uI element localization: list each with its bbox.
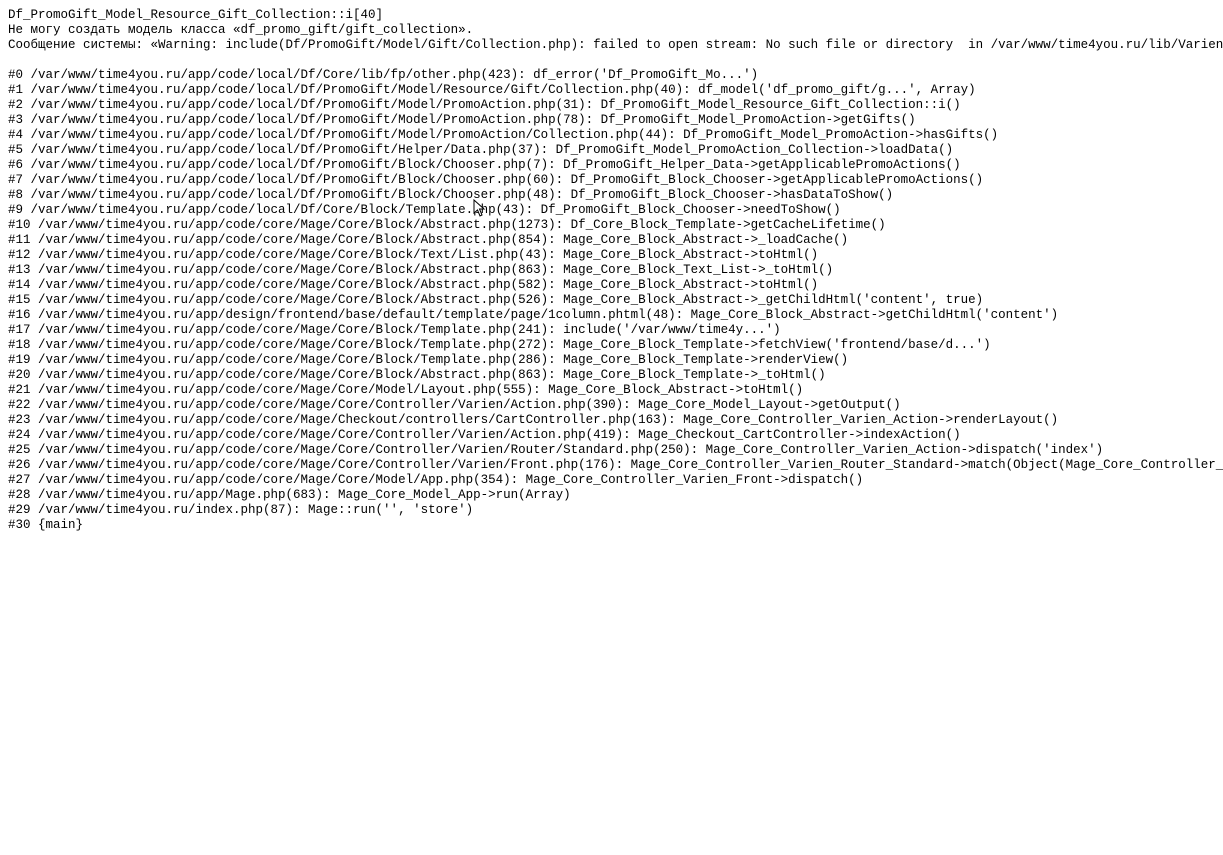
trace-line: #15 /var/www/time4you.ru/app/code/core/M… (8, 293, 1215, 308)
trace-line: #21 /var/www/time4you.ru/app/code/core/M… (8, 383, 1215, 398)
trace-line: #22 /var/www/time4you.ru/app/code/core/M… (8, 398, 1215, 413)
trace-line: #5 /var/www/time4you.ru/app/code/local/D… (8, 143, 1215, 158)
error-dump: Df_PromoGift_Model_Resource_Gift_Collect… (8, 8, 1215, 533)
trace-line: #12 /var/www/time4you.ru/app/code/core/M… (8, 248, 1215, 263)
trace-line: #29 /var/www/time4you.ru/index.php(87): … (8, 503, 1215, 518)
trace-line: #14 /var/www/time4you.ru/app/code/core/M… (8, 278, 1215, 293)
trace-line: #6 /var/www/time4you.ru/app/code/local/D… (8, 158, 1215, 173)
trace-line: #4 /var/www/time4you.ru/app/code/local/D… (8, 128, 1215, 143)
error-class-line: Df_PromoGift_Model_Resource_Gift_Collect… (8, 8, 1215, 23)
trace-line: #16 /var/www/time4you.ru/app/design/fron… (8, 308, 1215, 323)
trace-line: #26 /var/www/time4you.ru/app/code/core/M… (8, 458, 1215, 473)
trace-line: #20 /var/www/time4you.ru/app/code/core/M… (8, 368, 1215, 383)
trace-line: #19 /var/www/time4you.ru/app/code/core/M… (8, 353, 1215, 368)
trace-line: #30 {main} (8, 518, 1215, 533)
trace-line: #24 /var/www/time4you.ru/app/code/core/M… (8, 428, 1215, 443)
stack-trace-block: #0 /var/www/time4you.ru/app/code/local/D… (8, 68, 1215, 533)
trace-line: #2 /var/www/time4you.ru/app/code/local/D… (8, 98, 1215, 113)
trace-line: #7 /var/www/time4you.ru/app/code/local/D… (8, 173, 1215, 188)
trace-line: #11 /var/www/time4you.ru/app/code/core/M… (8, 233, 1215, 248)
error-system-message-line: Сообщение системы: «Warning: include(Df/… (8, 38, 1215, 53)
trace-line: #28 /var/www/time4you.ru/app/Mage.php(68… (8, 488, 1215, 503)
trace-line: #8 /var/www/time4you.ru/app/code/local/D… (8, 188, 1215, 203)
error-header-block: Df_PromoGift_Model_Resource_Gift_Collect… (8, 8, 1215, 53)
trace-line: #13 /var/www/time4you.ru/app/code/core/M… (8, 263, 1215, 278)
trace-line: #9 /var/www/time4you.ru/app/code/local/D… (8, 203, 1215, 218)
trace-line: #10 /var/www/time4you.ru/app/code/core/M… (8, 218, 1215, 233)
trace-line: #17 /var/www/time4you.ru/app/code/core/M… (8, 323, 1215, 338)
trace-line: #1 /var/www/time4you.ru/app/code/local/D… (8, 83, 1215, 98)
trace-line: #27 /var/www/time4you.ru/app/code/core/M… (8, 473, 1215, 488)
trace-line: #0 /var/www/time4you.ru/app/code/local/D… (8, 68, 1215, 83)
trace-line: #18 /var/www/time4you.ru/app/code/core/M… (8, 338, 1215, 353)
trace-line: #25 /var/www/time4you.ru/app/code/core/M… (8, 443, 1215, 458)
trace-line: #23 /var/www/time4you.ru/app/code/core/M… (8, 413, 1215, 428)
error-message-line: Не могу создать модель класса «df_promo_… (8, 23, 1215, 38)
trace-line: #3 /var/www/time4you.ru/app/code/local/D… (8, 113, 1215, 128)
